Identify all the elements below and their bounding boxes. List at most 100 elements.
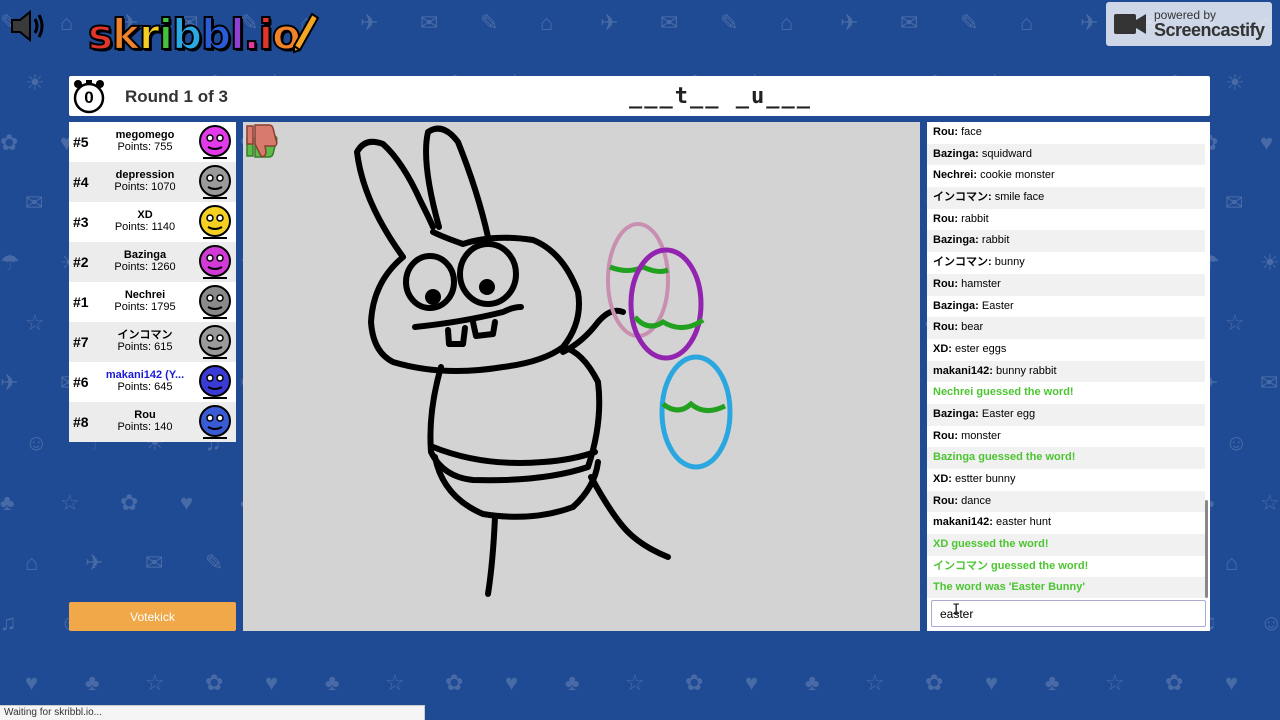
doodle-icon: ✈ (85, 550, 104, 575)
player-info: Nechrei Points: 1795 (99, 289, 191, 313)
chat-scrollbar[interactable] (1205, 500, 1208, 598)
player-avatar-icon (199, 125, 231, 159)
chat-message: Nechrei: cookie monster (927, 165, 1205, 187)
player-rank: #4 (73, 174, 89, 190)
doodle-icon: ♣ (85, 670, 100, 695)
chat-message: XD: ester eggs (927, 339, 1205, 361)
doodle-icon: ✉ (145, 550, 164, 575)
doodle-icon: ✉ (25, 190, 44, 215)
doodle-icon: ✉ (1260, 370, 1279, 395)
chat-message: makani142: easter hunt (927, 512, 1205, 534)
player-avatar-icon (199, 405, 231, 439)
player-rank: #8 (73, 414, 89, 430)
doodle-icon: ✉ (420, 10, 439, 35)
player-avatar-icon (199, 285, 231, 319)
camera-icon (1114, 14, 1146, 34)
chat-text: monster (958, 429, 1001, 442)
player-avatar-icon (199, 165, 231, 199)
player-row[interactable]: #7 インコマン Points: 615 (69, 322, 236, 362)
chat-text: bunny rabbit (992, 364, 1057, 377)
doodle-icon: ☂ (0, 250, 20, 275)
chat-message: Nechrei guessed the word! (927, 382, 1205, 404)
player-row[interactable]: #8 Rou Points: 140 (69, 402, 236, 442)
player-list: #5 megomego Points: 755 #4 depression Points:… (69, 122, 236, 442)
player-name: Nechrei (124, 289, 166, 301)
player-row[interactable]: #5 megomego Points: 755 (69, 122, 236, 162)
player-rank: #1 (73, 294, 89, 310)
chat-author: Rou: (933, 321, 959, 334)
player-points: Points: 755 (117, 141, 173, 153)
chat-panel: Rou: face Bazinga: squidward Nechrei: cook… (927, 122, 1210, 631)
browser-status-bar: Waiting for skribbl.io... (0, 705, 425, 720)
doodle-icon: ✿ (925, 670, 944, 695)
doodle-icon: ♥ (265, 670, 279, 695)
doodle-icon: ☆ (25, 310, 45, 335)
chat-message: Bazinga: Easter (927, 296, 1205, 318)
chat-message: インコマン: bunny (927, 252, 1205, 274)
chat-text: easter hunt (992, 516, 1052, 529)
chat-text: cookie monster (977, 169, 1055, 182)
player-rank: #7 (73, 334, 89, 350)
chat-text: Easter egg (978, 407, 1036, 420)
thumbs-down-icon[interactable] (243, 122, 279, 160)
doodle-icon: ✿ (0, 130, 19, 155)
chat-text: estter bunny (951, 473, 1016, 485)
chat-text: Easter (978, 299, 1014, 312)
logo-letter: b (200, 9, 232, 60)
game-header: 0 Round 1 of 3 ___t__ _u___ (69, 76, 1210, 116)
player-points: Points: 1070 (114, 181, 176, 193)
chat-text: XD guessed the word! (933, 538, 1049, 551)
doodle-icon: ✿ (685, 670, 704, 695)
player-row[interactable]: #4 depression Points: 1070 (69, 162, 236, 202)
chat-message: The word was 'Easter Bunny' (927, 577, 1205, 598)
chat-author: makani142: (933, 364, 993, 377)
chat-text: hamster (958, 277, 1001, 290)
player-info: Bazinga Points: 1260 (99, 249, 191, 273)
chat-author: インコマン: (933, 256, 992, 269)
drawing-canvas[interactable] (243, 122, 920, 631)
player-row[interactable]: #1 Nechrei Points: 1795 (69, 282, 236, 322)
votekick-button[interactable]: Votekick (69, 602, 236, 631)
doodle-icon: ⌂ (1225, 550, 1239, 575)
logo-letter: k (111, 9, 141, 60)
player-row[interactable]: #2 Bazinga Points: 1260 (69, 242, 236, 282)
logo-letter: b (171, 9, 203, 60)
doodle-icon: ✎ (480, 10, 499, 35)
chat-input[interactable] (931, 600, 1206, 627)
chat-text: smile face (991, 191, 1045, 204)
round-indicator: Round 1 of 3 (125, 87, 228, 106)
sound-icon[interactable] (8, 8, 48, 44)
player-avatar-icon (199, 365, 231, 399)
player-points: Points: 615 (117, 341, 173, 353)
chat-text: rabbit (958, 212, 989, 225)
chat-text: Bazinga guessed the word! (933, 451, 1076, 464)
skribbl-logo: skribbl.io (87, 9, 302, 60)
logo-letter: r (138, 9, 161, 60)
player-avatar-icon (199, 205, 231, 239)
doodle-icon: ☆ (1105, 670, 1125, 695)
doodle-icon: ♣ (805, 670, 820, 695)
doodle-icon: ♣ (565, 670, 580, 695)
doodle-icon: ☆ (625, 670, 645, 695)
player-row[interactable]: #6 makani142 (Y... Points: 645 (69, 362, 236, 402)
chat-message: Bazinga: squidward (927, 143, 1205, 166)
player-name: Rou (134, 409, 156, 421)
drawing (354, 125, 733, 597)
chat-message: Rou: face (927, 122, 1205, 144)
player-rank: #6 (73, 374, 89, 390)
chat-message: Rou: hamster (927, 273, 1205, 296)
player-row[interactable]: #3 XD Points: 1140 (69, 202, 236, 242)
doodle-icon: ✉ (1225, 190, 1244, 215)
chat-text: Nechrei guessed the word! (933, 386, 1074, 399)
doodle-icon: ☆ (1225, 310, 1245, 335)
chat-author: Nechrei: (933, 169, 978, 182)
chat-author: Bazinga: (933, 299, 979, 312)
doodle-icon: ⌂ (60, 10, 74, 35)
chat-author: XD: (933, 473, 952, 485)
player-info: インコマン Points: 615 (99, 329, 191, 353)
chat-message: makani142: bunny rabbit (927, 360, 1205, 383)
player-name: megomego (115, 129, 175, 141)
chat-text: The word was 'Easter Bunny' (933, 581, 1085, 594)
doodle-icon: ✿ (205, 670, 224, 695)
doodle-icon: ☀ (1225, 70, 1245, 95)
